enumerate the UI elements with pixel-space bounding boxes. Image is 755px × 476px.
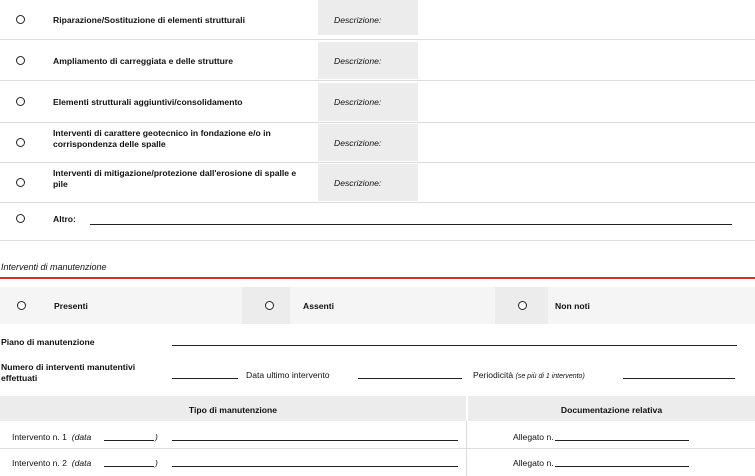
section-divider bbox=[0, 277, 755, 279]
type-field[interactable] bbox=[172, 440, 458, 441]
option-label: Non noti bbox=[555, 301, 590, 311]
description-label: Descrizione: bbox=[334, 178, 382, 188]
periodicity-label: Periodicità (se più di 1 intervento) bbox=[473, 370, 585, 380]
section-title: Interventi di manutenzione bbox=[1, 262, 107, 272]
last-date-field[interactable] bbox=[358, 378, 462, 379]
intervention-label: Interventi di carattere geotecnico in fo… bbox=[53, 128, 271, 149]
attachment-field[interactable] bbox=[555, 440, 689, 441]
date-field[interactable] bbox=[104, 466, 154, 467]
description-label: Descrizione: bbox=[334, 97, 382, 107]
radio-option[interactable] bbox=[16, 178, 25, 187]
description-label: Descrizione: bbox=[334, 15, 382, 25]
description-label: Descrizione: bbox=[334, 56, 382, 66]
intervention-label: Ampliamento di carreggiata e delle strut… bbox=[53, 56, 234, 66]
plan-label: Piano di manutenzione bbox=[1, 337, 95, 347]
attachment-label: Allegato n. bbox=[513, 432, 554, 442]
intervention-label: Riparazione/Sostituzione di elementi str… bbox=[53, 15, 245, 25]
description-label: Descrizione: bbox=[334, 138, 382, 148]
option-label: Assenti bbox=[303, 301, 335, 311]
radio-non-noti[interactable] bbox=[518, 301, 527, 310]
plan-field[interactable] bbox=[172, 345, 737, 346]
radio-option[interactable] bbox=[16, 15, 25, 24]
other-field[interactable] bbox=[90, 224, 732, 225]
radio-option[interactable] bbox=[16, 214, 25, 223]
last-date-label: Data ultimo intervento bbox=[246, 370, 330, 380]
intervention-label: Elementi strutturali aggiuntivi/consolid… bbox=[53, 97, 243, 107]
radio-option[interactable] bbox=[16, 138, 25, 147]
other-label: Altro: bbox=[53, 214, 76, 224]
date-field[interactable] bbox=[104, 440, 154, 441]
col-docs-label: Documentazione relativa bbox=[560, 405, 663, 415]
option-label: Presenti bbox=[54, 301, 88, 311]
periodicity-field[interactable] bbox=[623, 378, 735, 379]
radio-assenti[interactable] bbox=[265, 301, 274, 310]
count-label: Numero di interventi manutentivi effettu… bbox=[1, 362, 136, 383]
attachment-label: Allegato n. bbox=[513, 458, 554, 468]
intervention-label: Interventi di mitigazione/protezione dal… bbox=[53, 168, 297, 189]
radio-option[interactable] bbox=[16, 97, 25, 106]
table-row: Intervento n. 2 (data bbox=[12, 458, 92, 468]
table-row: Intervento n. 1 (data bbox=[12, 432, 92, 442]
attachment-field[interactable] bbox=[555, 466, 689, 467]
count-field[interactable] bbox=[172, 378, 238, 379]
radio-option[interactable] bbox=[16, 56, 25, 65]
col-type-label: Tipo di manutenzione bbox=[188, 405, 278, 415]
type-field[interactable] bbox=[172, 466, 458, 467]
radio-presenti[interactable] bbox=[17, 301, 26, 310]
